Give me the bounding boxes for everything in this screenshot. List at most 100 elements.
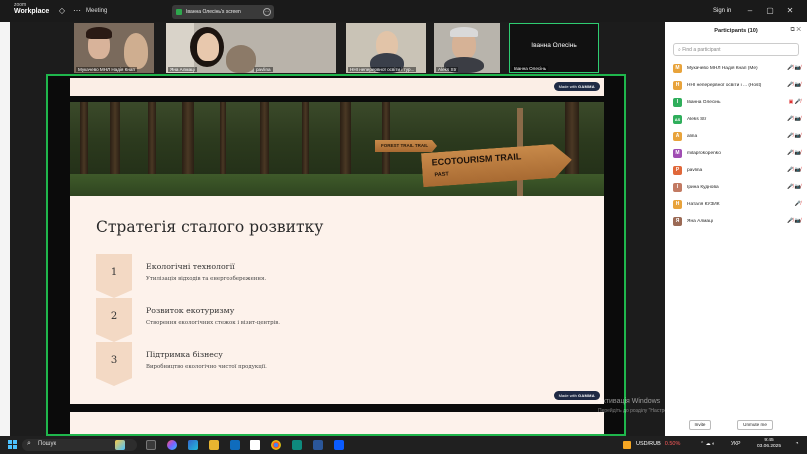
video-tile-name: Яна Алмаці bbox=[168, 67, 197, 72]
restore-button[interactable]: ▢ bbox=[765, 6, 775, 15]
participant-name: pavlina bbox=[687, 167, 703, 173]
participants-panel: Participants (10) ⧉ ✕ ⌕ Find a participa… bbox=[665, 22, 807, 436]
sign-in-button[interactable]: Sign in bbox=[713, 8, 731, 14]
word-icon[interactable] bbox=[313, 440, 323, 450]
participant-hair bbox=[86, 27, 112, 39]
stock-ticker[interactable]: USD/RUB 0.50% bbox=[636, 441, 680, 447]
made-with-gamma-badge[interactable]: Made with GAMMA bbox=[553, 82, 600, 91]
notification-bell-icon[interactable]: ◔ bbox=[795, 441, 803, 449]
participant-face bbox=[197, 33, 219, 61]
file-explorer-icon[interactable] bbox=[209, 440, 219, 450]
invite-button[interactable]: Invite bbox=[689, 420, 711, 430]
participant-row[interactable]: І Ірина Куднова 🎤̸ 📷̸ bbox=[673, 181, 801, 193]
participant-face bbox=[124, 33, 148, 69]
participant-name: Мукачево МНЛ Надія Кнап (Me) bbox=[687, 65, 758, 71]
video-tile[interactable]: Мукачево МНЛ Надія Кнап bbox=[74, 23, 154, 73]
popout-icon[interactable]: ⧉ bbox=[790, 27, 794, 33]
participants-title: Participants (10) bbox=[714, 28, 758, 34]
chrome-icon[interactable] bbox=[271, 440, 281, 450]
participant-row[interactable]: A alina 🎤̸ 📷̸ bbox=[673, 130, 801, 142]
taskbar-clock[interactable]: 9:45 03.06.2025 bbox=[757, 438, 781, 450]
view-options-icon[interactable]: ⋯ bbox=[263, 8, 271, 16]
active-speaker-name: Іванна Олесінь bbox=[531, 42, 577, 49]
search-icon: ⌕ bbox=[27, 440, 31, 447]
app-icon[interactable] bbox=[292, 440, 302, 450]
stock-label: USD/RUB bbox=[636, 441, 661, 447]
participant-row[interactable]: Н Наталя КУЗИК 🎤̸ bbox=[673, 198, 801, 210]
minimize-button[interactable]: – bbox=[745, 6, 755, 15]
step-title: Підтримка бізнесу bbox=[146, 350, 223, 359]
unmute-me-button[interactable]: Unmute me bbox=[737, 420, 773, 430]
step-number: 1 bbox=[110, 267, 118, 278]
avatar: Я bbox=[673, 216, 682, 226]
previous-slide-edge: Made with GAMMA bbox=[70, 78, 604, 96]
close-button[interactable]: ✕ bbox=[785, 6, 795, 15]
avatar: М bbox=[673, 63, 682, 73]
language-indicator[interactable]: УКР bbox=[731, 441, 740, 447]
meeting-label[interactable]: Meeting bbox=[86, 8, 107, 14]
avatar: Н bbox=[673, 199, 682, 209]
mic-camera-status-icon: 🎤̸ 📷̸ bbox=[787, 65, 801, 71]
mic-camera-status-icon: 🎤̸ 📷̸ bbox=[787, 133, 801, 139]
participant-row[interactable]: Н ННІ неперервної освіти і ... (Host) 🎤̸… bbox=[673, 79, 801, 91]
left-desktop-strip bbox=[0, 22, 10, 436]
avatar: І bbox=[673, 182, 682, 192]
zoom-taskbar-icon[interactable] bbox=[334, 440, 344, 450]
participant-hair bbox=[450, 27, 478, 37]
avatar: AS bbox=[673, 114, 682, 124]
gamma-brand: GAMMA bbox=[577, 393, 595, 398]
mic-camera-status-icon: 🎤̸ 📷̸ bbox=[787, 82, 801, 88]
meeting-info-icon[interactable]: ⋯ bbox=[72, 6, 82, 16]
windows-taskbar: ⌕ Пошук USD/RUB 0.50% ⌃ ☁ ◐ УКР 9:45 03.0… bbox=[0, 436, 807, 454]
made-with-gamma-badge[interactable]: Made with GAMMA bbox=[553, 391, 600, 400]
mail-icon[interactable] bbox=[230, 440, 240, 450]
copilot-app-icon[interactable] bbox=[167, 440, 177, 450]
small-trail-sign: FOREST TRAIL TRAIL bbox=[375, 140, 437, 152]
participant-row[interactable]: Я Яна Алмаці 🎤̸ 📷̸ bbox=[673, 215, 801, 227]
store-icon[interactable] bbox=[250, 440, 260, 450]
panel-window-icons: ⧉ ✕ bbox=[790, 27, 801, 34]
participant-row[interactable]: І Іванна Олесінь ▣ 🎤̸ bbox=[673, 96, 801, 108]
windows-activation-hint: Перейдіть до розділу "Настройки", щоб ак… bbox=[598, 408, 740, 414]
avatar: P bbox=[673, 165, 682, 175]
title-bar: zoom Workplace ◇ ⋯ Meeting Іванна Олесін… bbox=[0, 0, 807, 22]
security-shield-icon[interactable]: ◇ bbox=[57, 6, 67, 16]
step-marker: 2 bbox=[96, 298, 132, 342]
copilot-icon[interactable] bbox=[115, 440, 125, 450]
participant-search-input[interactable]: ⌕ Find a participant bbox=[673, 43, 799, 56]
slide-heading: Стратегія сталого розвитку bbox=[96, 218, 324, 236]
participant-row[interactable]: P pavlina 🎤̸ 📷̸ bbox=[673, 164, 801, 176]
close-panel-icon[interactable]: ✕ bbox=[796, 27, 801, 33]
shared-screen[interactable]: Made with GAMMA FOREST TRAIL TRAIL ECOTO… bbox=[46, 74, 626, 436]
video-tile-name: Іванна Олесінь bbox=[512, 66, 549, 71]
mic-camera-status-icon: ▣ 🎤̸ bbox=[788, 99, 801, 105]
participant-row[interactable]: AS Aleks Str 🎤̸ 📷̸ bbox=[673, 113, 801, 125]
video-tile[interactable]: Aleks Str bbox=[434, 23, 500, 73]
step-number: 3 bbox=[110, 355, 118, 366]
avatar: M bbox=[673, 148, 682, 158]
participant-row[interactable]: M milaprokopenko 🎤̸ 📷̸ bbox=[673, 147, 801, 159]
sign-sub-text: PAST bbox=[434, 171, 450, 179]
task-view-icon[interactable] bbox=[146, 440, 156, 450]
screen-share-pill[interactable]: Іванна Олесінь's screen ⋯ bbox=[172, 5, 274, 19]
video-tile-active-speaker[interactable]: Іванна Олесінь Іванна Олесінь bbox=[509, 23, 599, 73]
edge-browser-icon[interactable] bbox=[188, 440, 198, 450]
share-pill-label: Іванна Олесінь's screen bbox=[186, 9, 241, 15]
next-slide-edge bbox=[70, 412, 604, 434]
share-indicator-icon bbox=[176, 9, 182, 15]
participant-body bbox=[226, 45, 256, 73]
video-tile[interactable]: Яна Алмаці pavlina bbox=[166, 23, 336, 73]
participant-name: Яна Алмаці bbox=[687, 218, 713, 224]
participant-row[interactable]: М Мукачево МНЛ Надія Кнап (Me) 🎤̸ 📷̸ bbox=[673, 62, 801, 74]
mic-camera-status-icon: 🎤̸ 📷̸ bbox=[787, 218, 801, 224]
video-tile[interactable]: ННІ неперервної освіти і тур... bbox=[346, 23, 426, 73]
clock-date: 03.06.2025 bbox=[757, 444, 782, 449]
search-placeholder: Find a participant bbox=[682, 47, 721, 53]
gamma-prefix: Made with bbox=[558, 393, 577, 398]
step-marker: 3 bbox=[96, 342, 132, 386]
system-tray-icons[interactable]: ⌃ ☁ ◐ bbox=[700, 441, 720, 449]
zoom-logo: zoom Workplace bbox=[14, 3, 49, 16]
mic-camera-status-icon: 🎤̸ 📷̸ bbox=[787, 150, 801, 156]
windows-start-icon[interactable] bbox=[8, 440, 17, 449]
video-tile-name: pavlina bbox=[254, 67, 273, 72]
